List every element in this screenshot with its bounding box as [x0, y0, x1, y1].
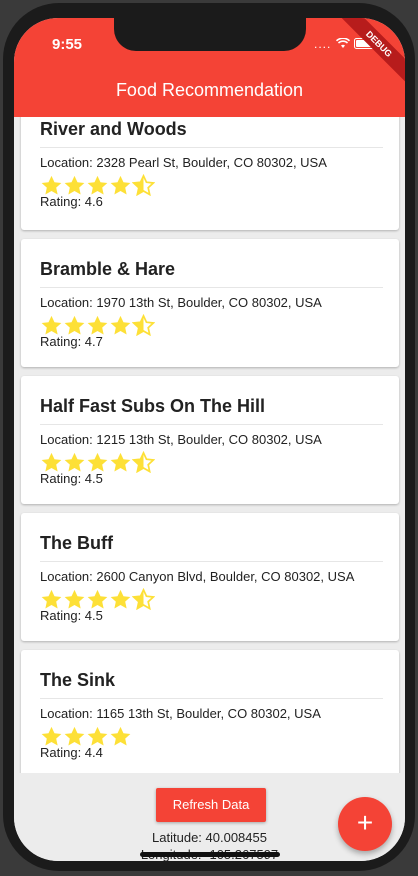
card-divider	[40, 424, 383, 425]
restaurant-location: Location: 2600 Canyon Blvd, Boulder, CO …	[40, 569, 355, 584]
star-icon	[64, 175, 85, 195]
restaurant-card[interactable]: The Sink Location: 1165 13th St, Boulder…	[21, 650, 399, 773]
star-rating	[40, 174, 155, 196]
star-half-icon	[132, 174, 155, 196]
restaurant-card[interactable]: Bramble & Hare Location: 1970 13th St, B…	[21, 239, 399, 367]
star-icon	[41, 315, 62, 335]
restaurant-card[interactable]: River and Woods Location: 2328 Pearl St,…	[21, 117, 399, 230]
star-icon	[41, 726, 62, 746]
restaurant-name: Half Fast Subs On The Hill	[40, 396, 266, 416]
restaurant-list[interactable]: River and Woods Location: 2328 Pearl St,…	[14, 117, 405, 773]
plus-icon: +	[356, 807, 374, 838]
add-fab-button[interactable]: +	[338, 797, 392, 851]
star-half-icon	[132, 588, 155, 610]
star-icon	[64, 726, 85, 746]
app-title: Food Recommendation	[115, 80, 304, 100]
restaurant-name: The Buff	[40, 533, 113, 553]
star-rating	[40, 588, 155, 610]
device-frame: 9:55 .... DEBUG Food Recommendation Rive…	[3, 3, 415, 871]
restaurant-location: Location: 1215 13th St, Boulder, CO 8030…	[40, 432, 322, 447]
card-divider	[40, 698, 383, 699]
star-icon	[110, 315, 131, 335]
restaurant-rating: Rating: 4.4	[40, 745, 103, 760]
restaurant-name: River and Woods	[40, 119, 187, 139]
restaurant-name: The Sink	[40, 670, 116, 690]
star-rating	[40, 725, 132, 747]
star-half-icon	[132, 451, 155, 473]
star-icon	[110, 726, 131, 746]
home-indicator[interactable]	[140, 852, 280, 857]
restaurant-rating: Rating: 4.6	[40, 194, 103, 209]
restaurant-name: Bramble & Hare	[40, 259, 176, 279]
device-notch	[114, 18, 306, 51]
star-half-icon	[132, 314, 155, 336]
star-icon	[64, 589, 85, 609]
restaurant-location: Location: 1165 13th St, Boulder, CO 8030…	[40, 706, 321, 721]
wifi-icon	[335, 37, 350, 48]
app-screen: 9:55 .... DEBUG Food Recommendation Rive…	[14, 18, 405, 861]
star-icon	[87, 589, 108, 609]
card-divider	[40, 561, 383, 562]
star-icon	[87, 726, 108, 746]
star-icon	[64, 315, 85, 335]
restaurant-rating: Rating: 4.7	[40, 334, 103, 349]
star-icon	[64, 452, 85, 472]
star-icon	[41, 589, 62, 609]
debug-banner: DEBUG	[336, 18, 405, 87]
signal-icon: ....	[314, 37, 332, 51]
restaurant-location: Location: 2328 Pearl St, Boulder, CO 803…	[40, 155, 327, 170]
restaurant-rating: Rating: 4.5	[40, 471, 103, 486]
star-icon	[41, 175, 62, 195]
star-icon	[87, 315, 108, 335]
star-icon	[41, 452, 62, 472]
star-icon	[110, 589, 131, 609]
restaurant-card[interactable]: Half Fast Subs On The Hill Location: 121…	[21, 376, 399, 504]
star-icon	[87, 452, 108, 472]
card-divider	[40, 287, 383, 288]
star-icon	[110, 175, 131, 195]
status-time: 9:55	[52, 36, 83, 53]
star-rating	[40, 314, 155, 336]
app-bar: 9:55 .... DEBUG Food Recommendation	[14, 18, 405, 117]
card-divider	[40, 147, 383, 148]
star-icon	[110, 452, 131, 472]
restaurant-rating: Rating: 4.5	[40, 608, 103, 623]
star-rating	[40, 451, 155, 473]
restaurant-card[interactable]: The Buff Location: 2600 Canyon Blvd, Bou…	[21, 513, 399, 641]
refresh-data-button[interactable]: Refresh Data	[156, 788, 266, 822]
star-icon	[87, 175, 108, 195]
restaurant-location: Location: 1970 13th St, Boulder, CO 8030…	[40, 295, 322, 310]
